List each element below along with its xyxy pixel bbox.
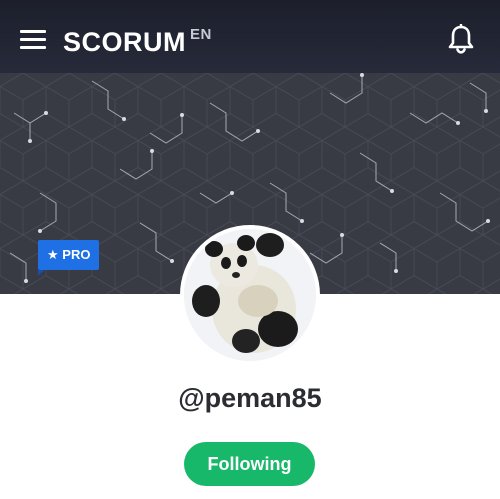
profile-username: @peman85: [178, 383, 322, 413]
following-button[interactable]: Following: [184, 442, 315, 486]
bell-icon[interactable]: [447, 24, 475, 54]
panda-avatar[interactable]: [180, 225, 320, 365]
pro-badge: ★ PRO: [38, 240, 100, 276]
hamburger-menu-icon[interactable]: [20, 28, 46, 50]
star-icon: ★: [47, 247, 59, 262]
language-selector[interactable]: EN: [190, 26, 212, 43]
top-navigation-bar: SCORUM EN: [0, 0, 500, 73]
brand-logo[interactable]: SCORUM: [63, 27, 186, 57]
pro-badge-label: PRO: [62, 247, 91, 262]
